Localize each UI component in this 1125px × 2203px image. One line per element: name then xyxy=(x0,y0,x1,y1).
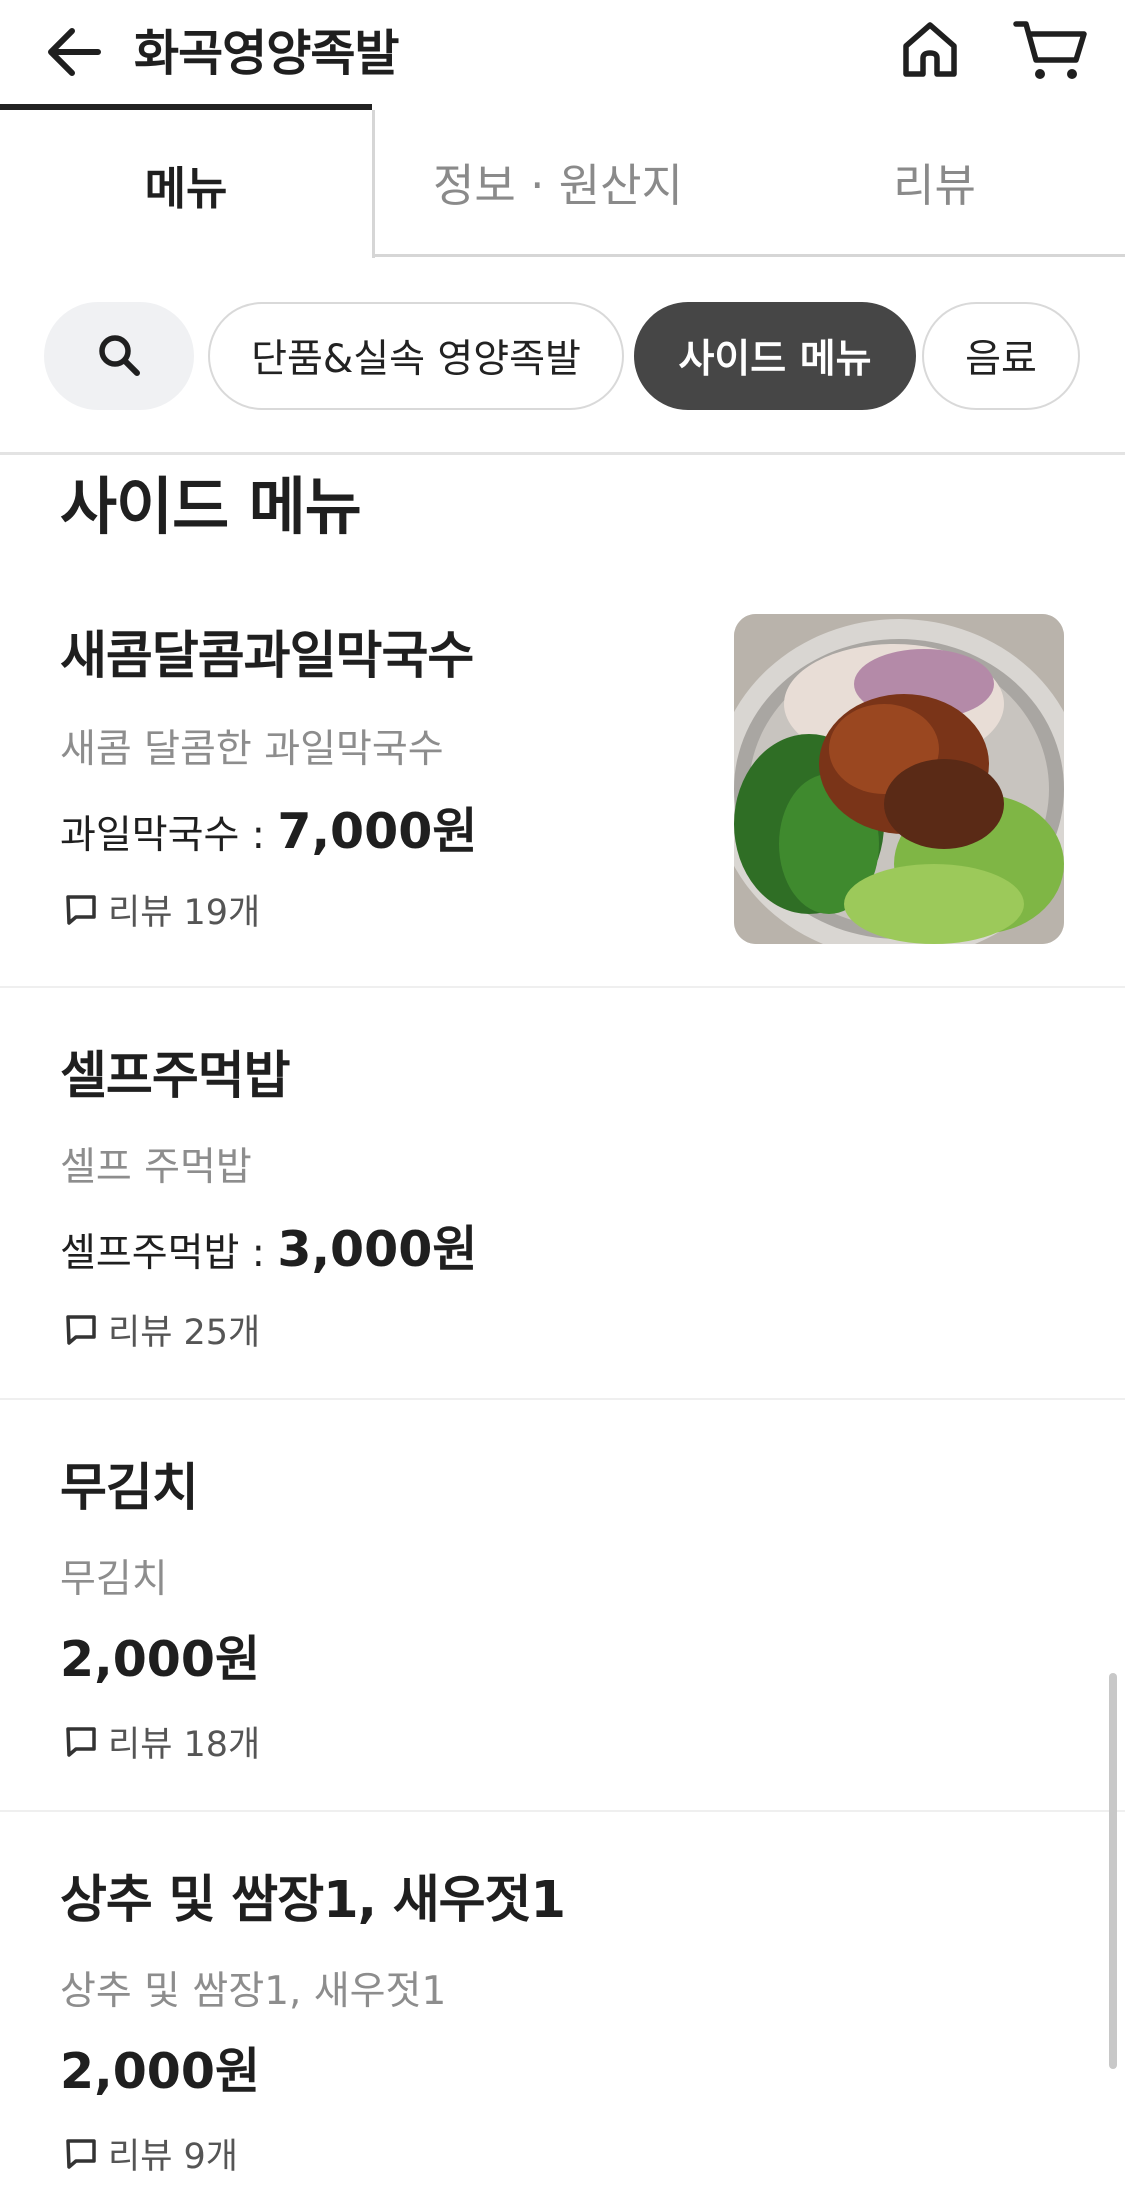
store-title: 화곡영양족발 xyxy=(134,25,399,82)
back-arrow-icon[interactable] xyxy=(42,20,106,84)
chips-divider xyxy=(0,452,1125,455)
search-button[interactable] xyxy=(44,302,194,410)
scrollbar[interactable] xyxy=(1109,1673,1117,2069)
item-divider xyxy=(0,986,1125,988)
menu-item[interactable]: 무김치 무김치 2,000원 리뷰 18개 xyxy=(0,1446,1125,1808)
item-name: 상추 및 쌈장1, 새우젓1 xyxy=(60,1871,566,1930)
item-description: 상추 및 쌈장1, 새우젓1 xyxy=(60,1969,447,2014)
item-price: 2,000원 xyxy=(60,1620,260,1691)
item-name: 셀프주먹밥 xyxy=(60,1047,291,1106)
review-count: 리뷰 18개 xyxy=(64,1716,260,1767)
menu-item[interactable]: 상추 및 쌈장1, 새우젓1 상추 및 쌈장1, 새우젓1 2,000원 리뷰 … xyxy=(0,1858,1125,2203)
tab-underline xyxy=(372,254,1125,257)
price-value: 2,000원 xyxy=(60,1631,261,1688)
item-name: 새콤달콤과일막국수 xyxy=(60,627,474,686)
item-divider xyxy=(0,1810,1125,1812)
item-divider xyxy=(0,1398,1125,1400)
speech-bubble-icon xyxy=(66,894,96,925)
speech-bubble-icon xyxy=(66,1726,96,1757)
item-price: 셀프주먹밥 : 3,000원 xyxy=(60,1210,477,1281)
tab-reviews[interactable]: 리뷰 xyxy=(744,104,1125,258)
item-photo[interactable] xyxy=(734,614,1064,944)
item-description: 셀프 주먹밥 xyxy=(60,1145,252,1190)
price-value: 7,000원 xyxy=(277,803,478,860)
item-price: 2,000원 xyxy=(60,2032,260,2103)
cart-icon[interactable] xyxy=(1012,16,1088,84)
tab-menu[interactable]: 메뉴 xyxy=(0,104,372,258)
review-count: 리뷰 25개 xyxy=(64,1304,260,1355)
chip-side-menu[interactable]: 사이드 메뉴 xyxy=(634,302,916,410)
chip-single-and-value-jokbal[interactable]: 단품&실속 영양족발 xyxy=(208,302,624,410)
chip-drinks[interactable]: 음료 xyxy=(922,302,1080,410)
speech-bubble-icon xyxy=(66,2138,96,2169)
speech-bubble-icon xyxy=(66,1314,96,1345)
section-title: 사이드 메뉴 xyxy=(60,470,362,543)
price-label: 과일막국수 : xyxy=(60,813,278,858)
price-label: 셀프주먹밥 : xyxy=(60,1231,278,1276)
tab-info-origin[interactable]: 정보 · 원산지 xyxy=(372,104,744,258)
item-description: 무김치 xyxy=(60,1557,168,1602)
review-count: 리뷰 19개 xyxy=(64,884,260,935)
home-icon[interactable] xyxy=(896,16,964,84)
category-chips: 단품&실속 영양족발 사이드 메뉴 음료 xyxy=(0,300,1125,410)
item-name: 무김치 xyxy=(60,1459,199,1518)
item-price: 과일막국수 : 7,000원 xyxy=(60,792,477,863)
tab-divider xyxy=(372,110,375,258)
item-description: 새콤 달콤한 과일막국수 xyxy=(60,727,444,772)
menu-item[interactable]: 셀프주먹밥 셀프 주먹밥 셀프주먹밥 : 3,000원 리뷰 25개 xyxy=(0,1034,1125,1400)
price-value: 2,000원 xyxy=(60,2043,261,2100)
price-value: 3,000원 xyxy=(277,1221,478,1278)
app-header: 화곡영양족발 xyxy=(0,0,1125,104)
search-icon xyxy=(99,335,140,376)
tab-bar: 메뉴 정보 · 원산지 리뷰 xyxy=(0,104,1125,258)
noodle-photo-image xyxy=(734,614,1064,944)
review-count: 리뷰 9개 xyxy=(64,2128,238,2179)
